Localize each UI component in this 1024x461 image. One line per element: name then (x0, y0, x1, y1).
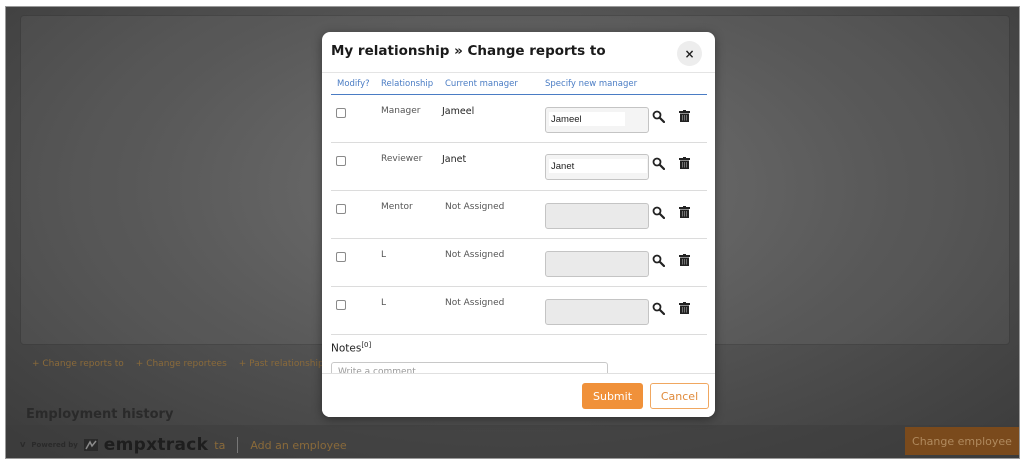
new-manager-field[interactable] (545, 203, 649, 229)
search-icon[interactable] (652, 110, 665, 123)
cancel-button[interactable]: Cancel (650, 383, 709, 409)
search-icon[interactable] (652, 157, 665, 170)
powered-by-bar: V Powered by empxtrack ta Add an employe… (20, 435, 347, 455)
title-divider (322, 72, 715, 73)
search-icon[interactable] (652, 254, 665, 267)
new-manager-field[interactable] (545, 251, 649, 277)
add-employee-link[interactable]: Add an employee (250, 439, 346, 452)
trash-icon[interactable] (679, 302, 690, 314)
search-icon[interactable] (652, 206, 665, 219)
relationship-label: Reviewer (381, 154, 423, 164)
change-employee-button[interactable]: Change employee (905, 427, 1019, 455)
notes-label: Notes (331, 342, 362, 355)
footer-fragment: ta (214, 438, 226, 452)
bg-link-past-relationship[interactable]: + Past relationship (239, 359, 324, 369)
footer-separator (237, 437, 239, 453)
current-manager: Not Assigned (445, 250, 505, 260)
table-row: Mentor Not Assigned (331, 191, 707, 239)
new-manager-field[interactable] (545, 154, 649, 180)
table-row: Manager Jameel (331, 95, 707, 143)
modify-checkbox[interactable] (336, 108, 346, 118)
trash-icon[interactable] (679, 254, 690, 266)
current-manager: Janet (442, 154, 467, 165)
trash-icon[interactable] (679, 157, 690, 169)
notes-count: [0] (361, 341, 372, 349)
relationship-label: L (381, 250, 387, 260)
modal-title: My relationship » Change reports to (331, 43, 606, 59)
current-manager: Jameel (442, 106, 475, 117)
powered-by-label: Powered by (31, 441, 78, 449)
column-header-modify: Modify? (337, 79, 370, 89)
close-button[interactable]: × (677, 41, 702, 66)
trash-icon[interactable] (679, 110, 690, 122)
close-icon: × (684, 46, 695, 61)
modal-footer: Submit Cancel (322, 374, 715, 417)
current-manager: Not Assigned (445, 298, 505, 308)
new-manager-input[interactable] (549, 112, 625, 126)
submit-button[interactable]: Submit (582, 383, 643, 409)
modify-checkbox[interactable] (336, 252, 346, 262)
current-manager: Not Assigned (445, 202, 505, 212)
bg-link-change-reportees[interactable]: + Change reportees (136, 359, 227, 369)
bg-link-change-reports-to[interactable]: + Change reports to (32, 359, 124, 369)
column-header-new-manager: Specify new manager (545, 79, 638, 89)
background-links: + Change reports to + Change reportees +… (32, 359, 324, 369)
brand-name: empxtrack (103, 435, 209, 455)
employment-history-heading: Employment history (26, 407, 174, 422)
trash-icon[interactable] (679, 206, 690, 218)
change-reports-modal: My relationship » Change reports to × Mo… (322, 32, 715, 417)
notes-heading: Notes[0] (331, 341, 371, 355)
relationship-label: Manager (381, 106, 421, 116)
modify-checkbox[interactable] (336, 300, 346, 310)
new-manager-input[interactable] (549, 159, 647, 173)
brand-logo-icon (83, 439, 98, 451)
new-manager-field[interactable] (545, 299, 649, 325)
table-row: L Not Assigned (331, 239, 707, 287)
table-row: L Not Assigned (331, 287, 707, 335)
table-row: Reviewer Janet (331, 143, 707, 191)
relationship-label: Mentor (381, 202, 413, 212)
modify-checkbox[interactable] (336, 156, 346, 166)
table-header: Modify? Relationship Current manager Spe… (322, 79, 715, 95)
column-header-relationship: Relationship (381, 79, 434, 89)
search-icon[interactable] (652, 302, 665, 315)
footer-prefix: V (20, 441, 26, 449)
modify-checkbox[interactable] (336, 204, 346, 214)
relationship-table-body: Manager Jameel Reviewer Janet (322, 95, 715, 376)
relationship-label: L (381, 298, 387, 308)
new-manager-field[interactable] (545, 107, 649, 133)
column-header-current-manager: Current manager (445, 79, 518, 89)
